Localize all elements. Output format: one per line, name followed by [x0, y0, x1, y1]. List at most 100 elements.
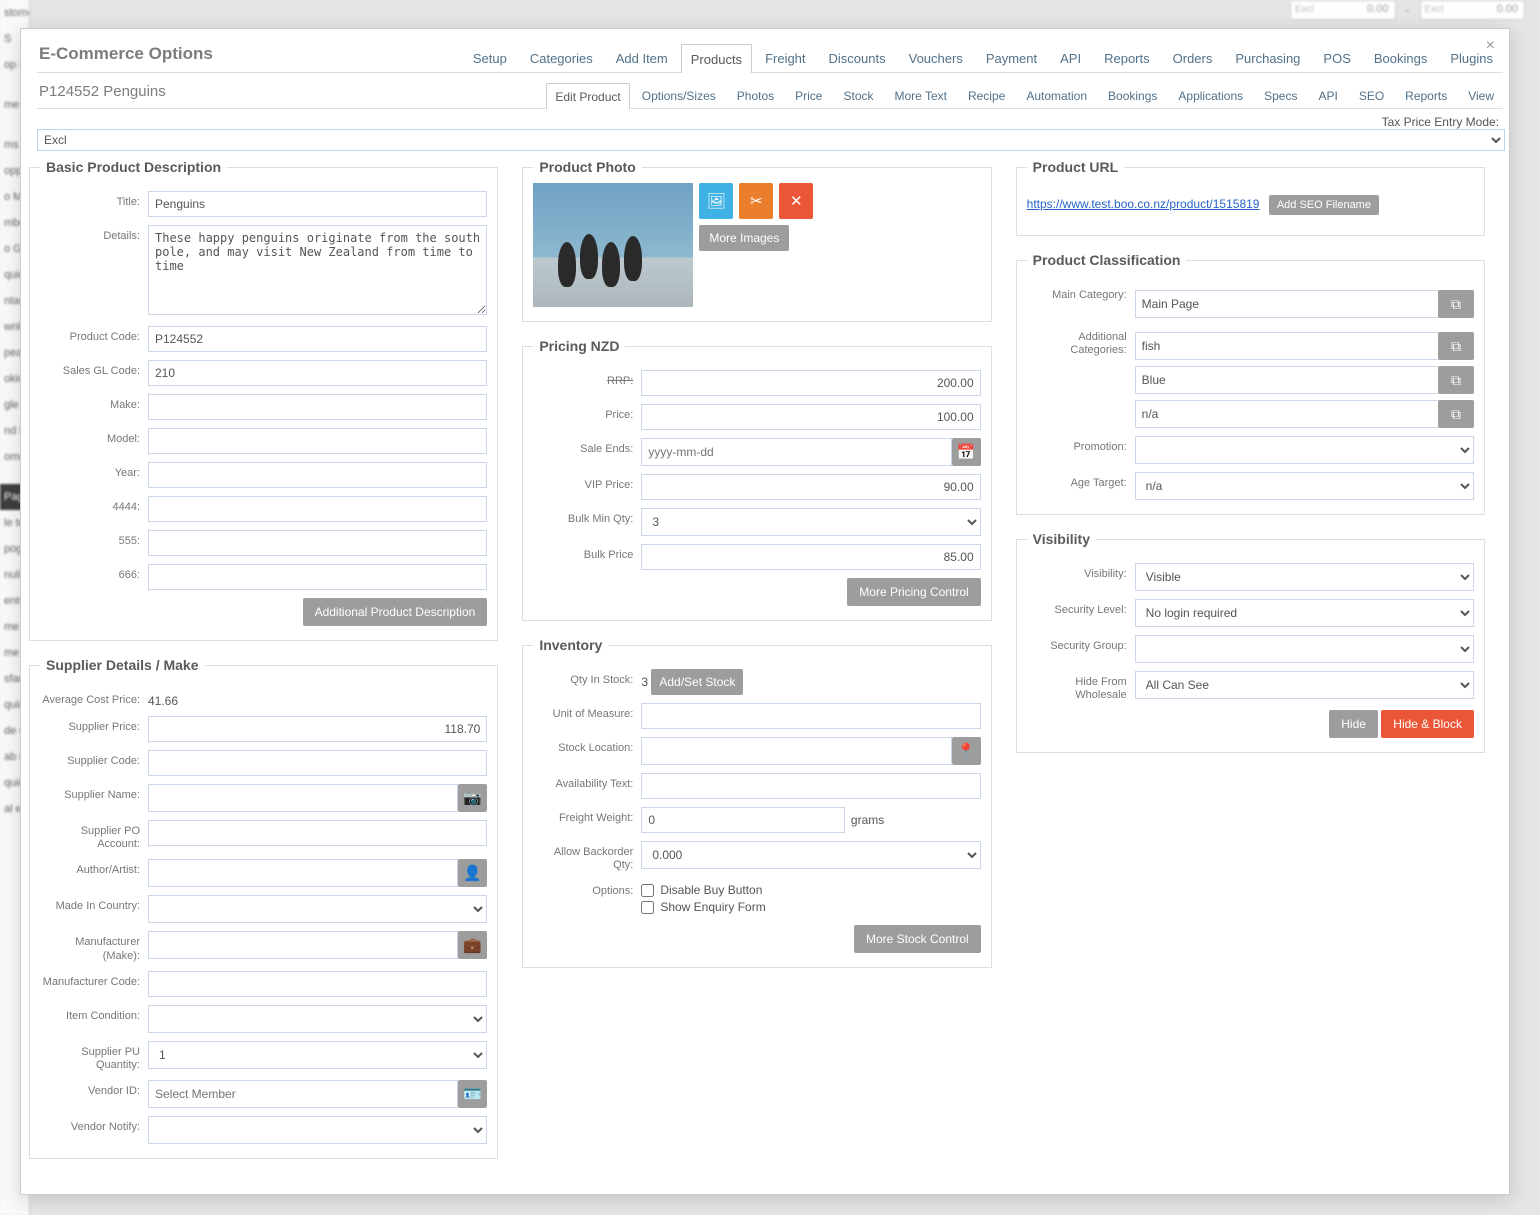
year-input[interactable] — [148, 462, 487, 488]
field-666[interactable] — [148, 564, 487, 590]
product-url-link[interactable]: https://www.test.boo.co.nz/product/15158… — [1027, 197, 1260, 211]
tab-payment[interactable]: Payment — [976, 43, 1047, 72]
sitemap-icon[interactable]: ⧉ — [1438, 290, 1474, 318]
make-input[interactable] — [148, 394, 487, 420]
subtab-options-sizes[interactable]: Options/Sizes — [633, 82, 725, 108]
hide-wholesale-select[interactable]: All Can See — [1135, 671, 1474, 699]
sitemap-icon[interactable]: ⧉ — [1438, 400, 1474, 428]
author-input[interactable] — [148, 859, 458, 887]
age-target-select[interactable]: n/a — [1135, 472, 1474, 500]
pu-qty-select[interactable]: 1 — [148, 1041, 487, 1069]
delete-photo-icon[interactable]: ✕ — [779, 183, 813, 219]
tab-pos[interactable]: POS — [1313, 43, 1360, 72]
bulk-price-input[interactable] — [641, 544, 980, 570]
manufacturer-code-input[interactable] — [148, 971, 487, 997]
tab-add-item[interactable]: Add Item — [606, 43, 678, 72]
product-photo-thumb[interactable] — [533, 183, 693, 307]
additional-category-input[interactable] — [1135, 400, 1438, 428]
subtab-applications[interactable]: Applications — [1169, 82, 1252, 108]
subtab-reports[interactable]: Reports — [1396, 82, 1456, 108]
vip-price-input[interactable] — [641, 474, 980, 500]
subtab-view[interactable]: View — [1459, 82, 1503, 108]
vendor-notify-select[interactable] — [148, 1116, 487, 1144]
subtab-bookings[interactable]: Bookings — [1099, 82, 1166, 108]
sitemap-icon[interactable]: ⧉ — [1438, 366, 1474, 394]
subtab-edit-product[interactable]: Edit Product — [546, 83, 629, 109]
security-level-select[interactable]: No login required — [1135, 599, 1474, 627]
supplier-name-input[interactable] — [148, 784, 458, 812]
more-images-button[interactable]: More Images — [699, 225, 789, 251]
subtab-photos[interactable]: Photos — [728, 82, 783, 108]
more-stock-button[interactable]: More Stock Control — [854, 925, 981, 953]
supplier-code-input[interactable] — [148, 750, 487, 776]
calendar-icon[interactable]: 📅 — [952, 438, 981, 466]
security-group-select[interactable] — [1135, 635, 1474, 663]
tab-vouchers[interactable]: Vouchers — [899, 43, 973, 72]
add-set-stock-button[interactable]: Add/Set Stock — [651, 669, 743, 695]
more-pricing-button[interactable]: More Pricing Control — [847, 578, 980, 606]
backorder-select[interactable]: 0.000 — [641, 841, 980, 869]
tab-reports[interactable]: Reports — [1094, 43, 1160, 72]
tab-api[interactable]: API — [1050, 43, 1091, 72]
subtab-price[interactable]: Price — [786, 82, 831, 108]
subtab-seo[interactable]: SEO — [1350, 82, 1393, 108]
subtab-recipe[interactable]: Recipe — [959, 82, 1014, 108]
crop-icon[interactable]: ✂ — [739, 183, 773, 219]
hide-block-button[interactable]: Hide & Block — [1381, 710, 1474, 738]
details-textarea[interactable] — [148, 225, 487, 315]
sales-gl-input[interactable] — [148, 360, 487, 386]
additional-category-input[interactable] — [1135, 332, 1438, 360]
briefcase-icon[interactable]: 💼 — [458, 931, 487, 959]
tab-categories[interactable]: Categories — [520, 43, 603, 72]
person-icon[interactable]: 👤 — [458, 859, 487, 887]
supplier-price-input[interactable] — [148, 716, 487, 742]
bulk-min-select[interactable]: 3 — [641, 508, 980, 536]
add-seo-button[interactable]: Add SEO Filename — [1269, 195, 1379, 215]
tax-mode-select[interactable]: Excl — [37, 129, 1505, 151]
field-555[interactable] — [148, 530, 487, 556]
tab-orders[interactable]: Orders — [1163, 43, 1223, 72]
availability-input[interactable] — [641, 773, 980, 799]
tab-purchasing[interactable]: Purchasing — [1225, 43, 1310, 72]
subtab-specs[interactable]: Specs — [1255, 82, 1306, 108]
title-input[interactable] — [148, 191, 487, 217]
freight-weight-input[interactable] — [641, 807, 845, 833]
uom-input[interactable] — [641, 703, 980, 729]
image-icon[interactable]: 🖼 — [699, 183, 733, 219]
camera-icon[interactable]: 📷 — [458, 784, 487, 812]
additional-description-button[interactable]: Additional Product Description — [303, 598, 488, 626]
supplier-details: Supplier Details / Make Average Cost Pri… — [29, 657, 498, 1159]
supplier-po-input[interactable] — [148, 820, 487, 846]
item-condition-select[interactable] — [148, 1005, 487, 1033]
subtab-api[interactable]: API — [1309, 82, 1346, 108]
promotion-select[interactable] — [1135, 436, 1474, 464]
visibility-select[interactable]: Visible — [1135, 563, 1474, 591]
show-enquiry-checkbox[interactable] — [641, 901, 654, 914]
subtab-more-text[interactable]: More Text — [886, 82, 956, 108]
made-in-select[interactable] — [148, 895, 487, 923]
manufacturer-input[interactable] — [148, 931, 458, 959]
price-input[interactable] — [641, 404, 980, 430]
stock-location-input[interactable] — [641, 737, 951, 765]
tab-setup[interactable]: Setup — [463, 43, 517, 72]
main-category-input[interactable] — [1135, 290, 1438, 318]
additional-category-input[interactable] — [1135, 366, 1438, 394]
tab-freight[interactable]: Freight — [755, 43, 815, 72]
tab-products[interactable]: Products — [681, 44, 752, 73]
map-pin-icon[interactable]: 📍 — [952, 737, 981, 765]
sitemap-icon[interactable]: ⧉ — [1438, 332, 1474, 360]
id-card-icon[interactable]: 🪪 — [458, 1080, 487, 1108]
field-4444[interactable] — [148, 496, 487, 522]
close-icon[interactable]: × — [1486, 37, 1495, 55]
subtab-automation[interactable]: Automation — [1017, 82, 1096, 108]
product-code-input[interactable] — [148, 326, 487, 352]
model-input[interactable] — [148, 428, 487, 454]
tab-bookings[interactable]: Bookings — [1364, 43, 1437, 72]
sale-ends-input[interactable] — [641, 438, 951, 466]
tab-discounts[interactable]: Discounts — [819, 43, 896, 72]
hide-button[interactable]: Hide — [1329, 710, 1378, 738]
rrp-input[interactable] — [641, 370, 980, 396]
subtab-stock[interactable]: Stock — [834, 82, 882, 108]
vendor-id-input[interactable] — [148, 1080, 458, 1108]
disable-buy-checkbox[interactable] — [641, 884, 654, 897]
